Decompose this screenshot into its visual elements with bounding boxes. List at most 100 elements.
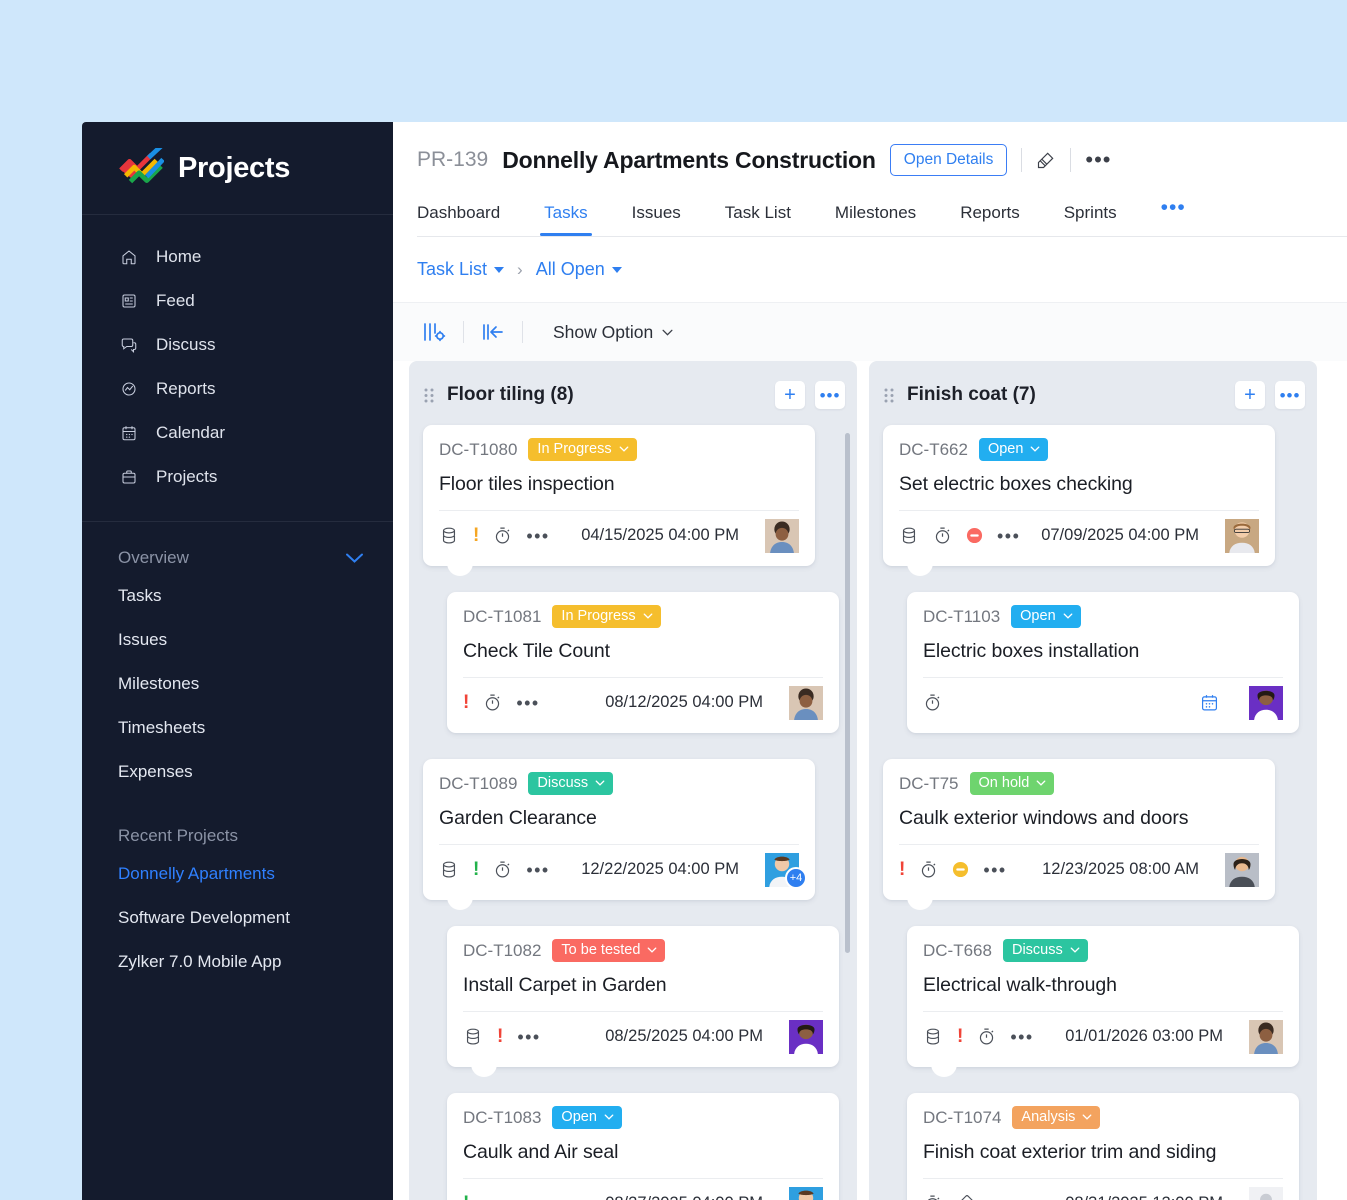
open-details-button[interactable]: Open Details <box>889 144 1008 176</box>
assignee-avatar[interactable]: +4 <box>765 852 807 889</box>
subtask-icon[interactable] <box>439 860 459 880</box>
tab-dashboard[interactable]: Dashboard <box>417 195 522 236</box>
status-badge[interactable]: On hold <box>969 772 1055 795</box>
assignee-avatar[interactable] <box>1225 852 1259 887</box>
status-badge[interactable]: In Progress <box>552 605 661 628</box>
more-icon[interactable]: ••• <box>997 527 1020 545</box>
subtask-icon[interactable] <box>923 1027 943 1047</box>
add-task-button[interactable]: + <box>1235 381 1265 409</box>
subtask-icon[interactable] <box>463 1027 483 1047</box>
tab-reports[interactable]: Reports <box>938 195 1042 236</box>
status-badge[interactable]: Open <box>1011 605 1081 628</box>
sidebar-item-home[interactable]: Home <box>82 235 393 279</box>
priority-icon[interactable]: ! <box>463 1194 469 1200</box>
timer-icon[interactable] <box>923 1194 942 1200</box>
breadcrumb-task-list[interactable]: Task List <box>417 259 505 280</box>
status-badge[interactable]: Discuss <box>528 772 614 795</box>
assignee-avatar[interactable] <box>765 518 799 553</box>
sidebar-item-tasks[interactable]: Tasks <box>82 574 393 618</box>
sidebar-item-software-development[interactable]: Software Development <box>82 896 393 940</box>
sidebar-item-issues[interactable]: Issues <box>82 618 393 662</box>
onhold-icon[interactable] <box>952 861 969 878</box>
status-badge[interactable]: Open <box>552 1106 622 1129</box>
tab-tasks[interactable]: Tasks <box>522 195 609 236</box>
timer-icon[interactable] <box>933 526 952 545</box>
column-scrollbar[interactable] <box>845 433 850 953</box>
subtask-icon[interactable] <box>439 526 459 546</box>
more-icon[interactable]: ••• <box>517 1028 540 1046</box>
assignee-avatar[interactable] <box>1249 1186 1283 1200</box>
sidebar-item-discuss[interactable]: Discuss <box>82 323 393 367</box>
drag-handle-icon[interactable] <box>883 386 897 404</box>
task-card[interactable]: DC-T1083 Open Caulk and Air seal ! ••• <box>447 1093 839 1200</box>
drag-handle-icon[interactable] <box>423 386 437 404</box>
tab-task-list[interactable]: Task List <box>703 195 813 236</box>
sidebar-item-reports[interactable]: Reports <box>82 367 393 411</box>
task-card[interactable]: DC-T1080 In Progress Floor tiles inspect… <box>423 425 815 576</box>
assignee-avatar[interactable] <box>1249 685 1283 720</box>
status-badge[interactable]: Open <box>978 438 1049 461</box>
status-badge[interactable]: Analysis <box>1012 1106 1101 1129</box>
task-card[interactable]: DC-T662 Open Set electric boxes checking <box>883 425 1275 576</box>
tab-sprints[interactable]: Sprints <box>1042 195 1139 236</box>
tabs-more-icon[interactable]: ••• <box>1139 188 1208 236</box>
more-icon[interactable]: ••• <box>1010 1028 1033 1046</box>
column-more-button[interactable]: ••• <box>1275 381 1305 409</box>
timer-icon[interactable] <box>977 1027 996 1046</box>
task-card[interactable]: DC-T668 Discuss Electrical walk-through <box>907 926 1299 1077</box>
assignee-avatar[interactable] <box>789 1019 823 1054</box>
task-card[interactable]: DC-T1074 Analysis Finish coat exterior t… <box>907 1093 1299 1200</box>
sidebar-item-zylker-mobile-app[interactable]: Zylker 7.0 Mobile App <box>82 940 393 984</box>
task-card[interactable]: DC-T1082 To be tested Install Carpet in … <box>447 926 839 1077</box>
task-card[interactable]: DC-T1081 In Progress Check Tile Count ! <box>447 592 839 733</box>
priority-icon[interactable]: ! <box>473 860 479 879</box>
priority-icon[interactable]: ! <box>473 526 479 545</box>
chevron-down-icon[interactable] <box>346 550 363 567</box>
priority-icon[interactable]: ! <box>957 1027 963 1046</box>
tab-milestones[interactable]: Milestones <box>813 195 938 236</box>
more-icon[interactable]: ••• <box>516 694 539 712</box>
more-horizontal-icon[interactable]: ••• <box>1085 149 1111 171</box>
column-more-button[interactable]: ••• <box>815 381 845 409</box>
assignee-avatar[interactable] <box>1225 518 1259 553</box>
blocked-icon[interactable] <box>966 527 983 544</box>
show-option-dropdown[interactable]: Show Option <box>553 322 673 343</box>
timer-icon[interactable] <box>923 693 942 712</box>
collapse-panel-icon[interactable] <box>476 317 510 347</box>
more-icon[interactable]: ••• <box>526 861 549 879</box>
more-icon[interactable]: ••• <box>483 1195 506 1200</box>
sidebar-item-milestones[interactable]: Milestones <box>82 662 393 706</box>
sidebar-item-feed[interactable]: Feed <box>82 279 393 323</box>
brand[interactable]: Projects <box>82 122 393 215</box>
breadcrumb-all-open[interactable]: All Open <box>536 259 622 280</box>
status-badge[interactable]: In Progress <box>528 438 637 461</box>
task-card[interactable]: DC-T75 On hold Caulk exterior windows an… <box>883 759 1275 910</box>
pencil-icon[interactable] <box>1036 150 1056 170</box>
task-card[interactable]: DC-T1089 Discuss Garden Clearance ! ••• … <box>423 759 815 910</box>
subtask-icon[interactable] <box>899 526 919 546</box>
sidebar-item-calendar[interactable]: Calendar <box>82 411 393 455</box>
more-icon[interactable]: ••• <box>526 527 549 545</box>
add-task-button[interactable]: + <box>775 381 805 409</box>
sidebar-item-projects[interactable]: Projects <box>82 455 393 499</box>
timer-icon[interactable] <box>483 693 502 712</box>
status-badge[interactable]: To be tested <box>552 939 666 962</box>
priority-icon[interactable]: ! <box>463 693 469 712</box>
more-icon[interactable]: ••• <box>983 861 1006 879</box>
sidebar-item-timesheets[interactable]: Timesheets <box>82 706 393 750</box>
tag-icon[interactable] <box>956 1194 975 1200</box>
timer-icon[interactable] <box>493 526 512 545</box>
task-card[interactable]: DC-T1103 Open Electric boxes installatio… <box>907 592 1299 733</box>
sidebar-item-donnelly-apartments[interactable]: Donnelly Apartments <box>82 852 393 896</box>
board-settings-icon[interactable] <box>417 317 451 347</box>
assignee-avatar[interactable] <box>789 685 823 720</box>
priority-icon[interactable]: ! <box>497 1027 503 1046</box>
priority-icon[interactable]: ! <box>899 860 905 879</box>
assignee-avatar[interactable]: +4 <box>789 1186 823 1200</box>
timer-icon[interactable] <box>493 860 512 879</box>
sidebar-item-expenses[interactable]: Expenses <box>82 750 393 794</box>
assignee-avatar[interactable] <box>1249 1019 1283 1054</box>
sidebar-section-overview[interactable]: Overview <box>82 522 393 574</box>
calendar-icon[interactable] <box>1200 693 1219 712</box>
timer-icon[interactable] <box>919 860 938 879</box>
